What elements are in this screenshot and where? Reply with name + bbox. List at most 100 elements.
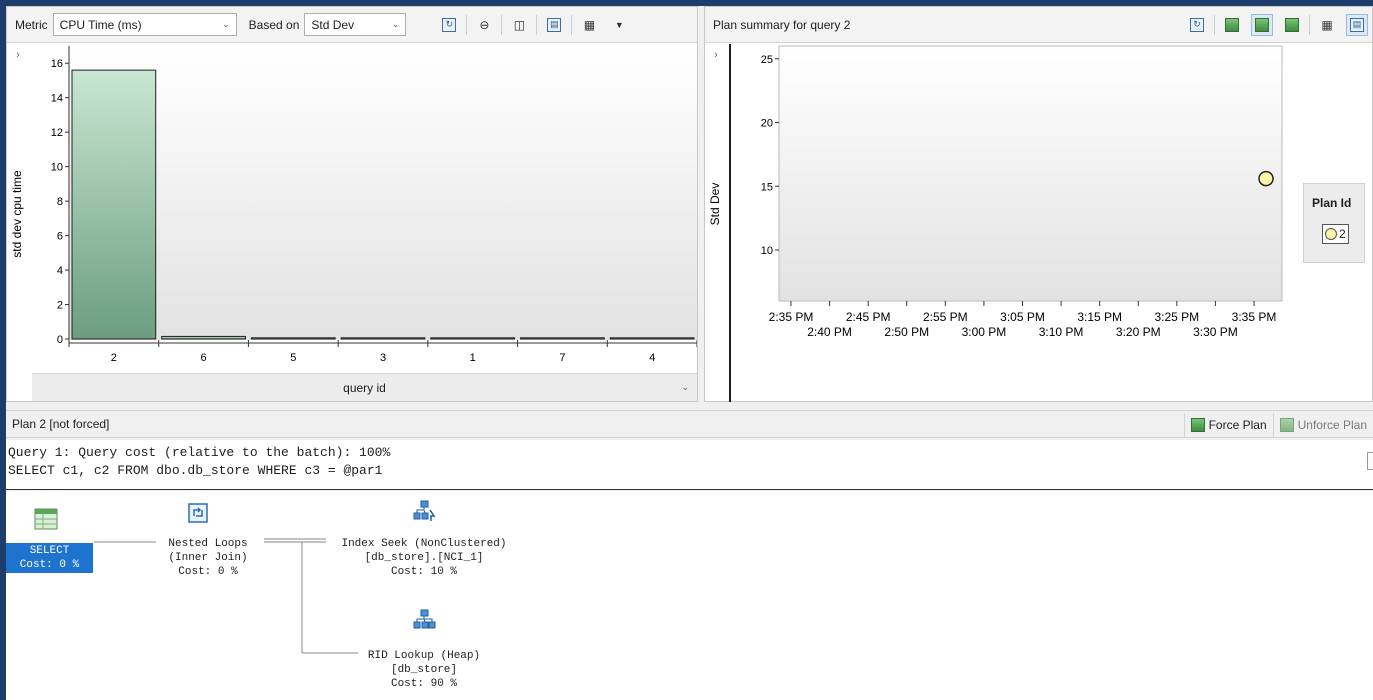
- grid-icon: ▦: [1321, 17, 1333, 32]
- chevron-down-icon: ⌄: [222, 19, 230, 29]
- bar-query-6[interactable]: [161, 335, 246, 340]
- track-query-icon: ◫: [513, 17, 526, 32]
- x-tick-label: 3:05 PM: [1000, 310, 1045, 324]
- query-text-area[interactable]: Query 1: Query cost (relative to the bat…: [6, 440, 1373, 490]
- plot-area: [778, 45, 1283, 302]
- plan-header-bar: Plan 2 [not forced] Force Plan Unforce P…: [6, 410, 1373, 438]
- top-queries-pane: Metric CPU Time (ms) ⌄ Based on Std Dev …: [6, 6, 698, 402]
- force-plan-toolbar-button[interactable]: [1221, 14, 1243, 36]
- chevron-down-icon: ⌄: [391, 19, 400, 29]
- x-tick-label: 3: [380, 352, 386, 364]
- track-query-button[interactable]: ◫: [508, 14, 530, 36]
- top-queries-bar-chart: 0 2 4 6 8 10 12 14 16 2 6 5 3 1 7 4 std dev cpu time: [10, 46, 697, 364]
- plan-title: Plan 2 [not forced]: [12, 417, 110, 431]
- execution-plan-canvas: SELECT Cost: 0 % Nested Loops (Inner Joi…: [6, 491, 1373, 700]
- x-tick-label: 2:50 PM: [884, 325, 929, 339]
- plan-point-2[interactable]: [1258, 170, 1274, 187]
- circle-marker-icon: [1325, 228, 1337, 240]
- x-tick-label: 2:35 PM: [769, 310, 814, 324]
- nested-loops-cost: Cost: 0 %: [178, 566, 238, 578]
- based-on-value: Std Dev: [311, 17, 355, 32]
- x-tick-label: 3:30 PM: [1193, 325, 1238, 339]
- x-tick-label: 2: [111, 352, 117, 364]
- select-node-label[interactable]: SELECT Cost: 0 %: [6, 543, 93, 573]
- legend-item-label: 2: [1339, 227, 1346, 241]
- select-node-icon[interactable]: [34, 508, 58, 530]
- plan-connectors: [94, 538, 358, 654]
- plot-area: [69, 46, 697, 340]
- metric-value: CPU Time (ms): [59, 17, 142, 32]
- y-axis-label: Std Dev: [708, 183, 722, 226]
- y-tick-label: 16: [51, 58, 63, 70]
- unforce-plan-toolbar-button[interactable]: [1251, 13, 1273, 36]
- query-sql-line: SELECT c1, c2 FROM dbo.db_store WHERE c3…: [8, 463, 383, 478]
- force-plan-icon: [1190, 418, 1205, 432]
- refresh-icon: ↻: [1190, 17, 1204, 32]
- select-node-cost: Cost: 0 %: [19, 559, 80, 571]
- metric-dropdown[interactable]: CPU Time (ms) ⌄: [52, 13, 237, 36]
- x-tick-label: 3:15 PM: [1077, 310, 1122, 324]
- unforce-plan-label: Unforce Plan: [1297, 418, 1367, 432]
- x-tick-label: 7: [559, 352, 565, 364]
- compare-button[interactable]: ⊖: [473, 14, 495, 36]
- legend-item-plan-2[interactable]: 2: [1322, 224, 1349, 244]
- compare-icon: ⊖: [479, 17, 490, 32]
- index-seek-icon[interactable]: [412, 500, 436, 522]
- x-axis-title-bar[interactable]: query id ⌄: [32, 373, 697, 401]
- x-tick-label: 1: [470, 352, 476, 364]
- force-plan-icon: [1225, 17, 1239, 32]
- select-node-name: SELECT: [29, 545, 70, 557]
- bar-query-7[interactable]: [520, 337, 605, 340]
- x-tick-label: 6: [201, 352, 207, 364]
- metric-label: Metric: [15, 17, 48, 32]
- view-chart-button[interactable]: ▤: [543, 14, 565, 36]
- toolbar-separator: [501, 14, 503, 35]
- unforce-plan-icon: [1279, 418, 1294, 432]
- bar-query-3[interactable]: [340, 337, 426, 340]
- nested-loops-icon[interactable]: [186, 502, 210, 524]
- force-plan-button[interactable]: Force Plan: [1183, 413, 1273, 437]
- compare-plans-button[interactable]: [1281, 14, 1303, 36]
- overflow-button[interactable]: ▼: [608, 14, 630, 36]
- rid-lookup-label[interactable]: RID Lookup (Heap) [db_store] Cost: 90 %: [351, 649, 497, 691]
- force-plan-label: Force Plan: [1208, 418, 1267, 432]
- index-seek-label[interactable]: Index Seek (NonClustered) [db_store].[NC…: [324, 537, 524, 579]
- y-tick-label: 8: [57, 196, 63, 208]
- index-seek-cost: Cost: 10 %: [390, 566, 457, 578]
- view-grid-icon: ▦: [583, 17, 596, 32]
- grid-view-button[interactable]: ▦: [1316, 14, 1338, 36]
- y-tick-label: 2: [57, 300, 63, 312]
- bar-query-5[interactable]: [250, 337, 336, 340]
- view-chart-icon: ▤: [547, 17, 562, 32]
- refresh-button[interactable]: ↻: [438, 14, 460, 36]
- view-grid-button[interactable]: ▦: [578, 14, 600, 36]
- y-tick-label: 25: [761, 54, 773, 66]
- plan-actions: Force Plan Unforce Plan: [1183, 413, 1373, 437]
- based-on-dropdown[interactable]: Std Dev ⌄: [304, 13, 407, 36]
- nested-loops-label[interactable]: Nested Loops (Inner Join) Cost: 0 %: [146, 537, 270, 579]
- unforce-plan-icon: [1255, 17, 1269, 32]
- scroll-handle[interactable]: [1367, 452, 1373, 470]
- refresh-button[interactable]: ↻: [1186, 14, 1208, 36]
- toolbar-separator: [466, 14, 468, 35]
- x-tick-label: 3:35 PM: [1232, 310, 1277, 324]
- x-tick-label: 4: [649, 352, 655, 364]
- x-tick-label: 3:00 PM: [962, 325, 1007, 339]
- nested-loops-name: Nested Loops: [168, 538, 248, 550]
- query-store-window: Metric CPU Time (ms) ⌄ Based on Std Dev …: [6, 6, 1373, 700]
- y-tick-label: 20: [761, 118, 773, 130]
- bar-query-2[interactable]: [71, 69, 157, 340]
- rid-lookup-icon[interactable]: [412, 609, 436, 631]
- x-tick-label: 3:20 PM: [1116, 325, 1161, 339]
- bar-query-4[interactable]: [609, 337, 695, 340]
- x-axis-label: query id: [343, 380, 386, 395]
- plan-summary-pane: Plan summary for query 2 ↻ ▦ ▤ › 10 15 20 2…: [704, 6, 1373, 402]
- index-seek-detail: [db_store].[NCI_1]: [364, 552, 484, 564]
- unforce-plan-button[interactable]: Unforce Plan: [1272, 413, 1373, 437]
- chevron-down-icon[interactable]: ⌄: [681, 382, 689, 393]
- bar-query-1[interactable]: [430, 337, 516, 340]
- plan-summary-scatter-chart: 10 15 20 25 2:35 PM2:40 PM2:45 PM2:50 PM2:5…: [708, 45, 1283, 339]
- chart-view-button[interactable]: ▤: [1346, 13, 1368, 36]
- rid-lookup-detail: [db_store]: [390, 664, 457, 676]
- compare-plans-icon: [1285, 17, 1299, 32]
